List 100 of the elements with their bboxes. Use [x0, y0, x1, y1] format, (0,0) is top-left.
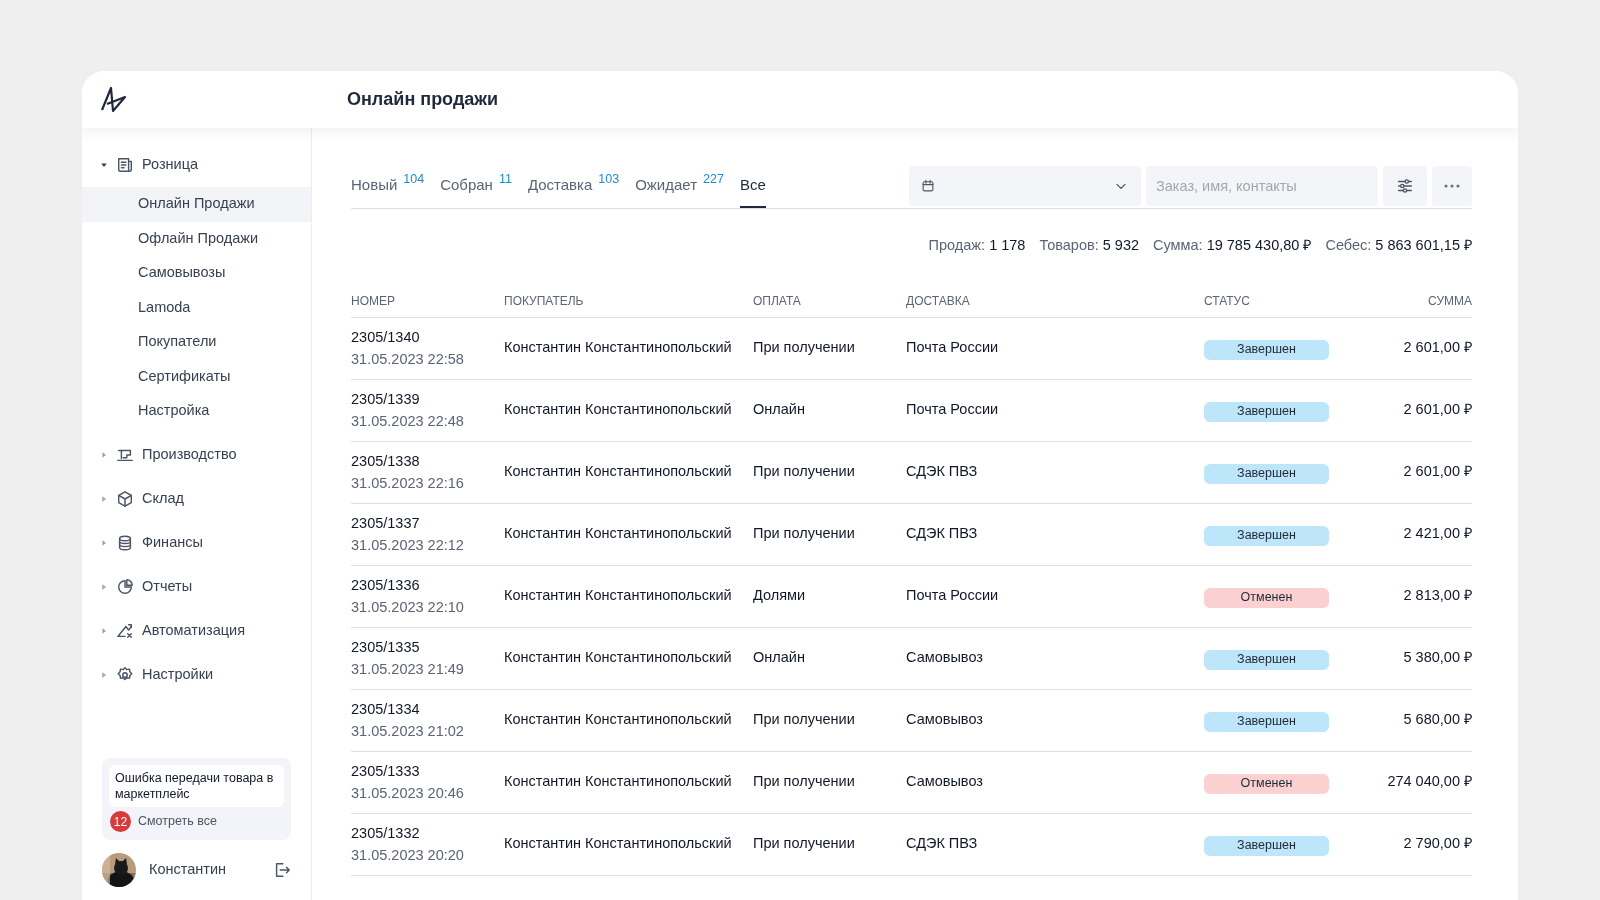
table-cell-text: Константин Константинопольский [504, 586, 733, 606]
table-cell-text: Константин Константинопольский [504, 834, 733, 854]
order-date: 31.05.2023 20:20 [351, 846, 465, 866]
nav-subitem[interactable]: Самовывозы [82, 256, 311, 291]
nav-item-label[interactable]: Автоматизация [142, 619, 246, 642]
summary-stat: Сумма: 19 785 430,80 ₽ [1153, 236, 1312, 255]
tab-count: 104 [403, 172, 425, 186]
order-number: 2305/1339 [351, 390, 421, 410]
summary-stat: Себес: 5 863 601,15 ₽ [1325, 236, 1472, 255]
summary-stat: Продаж: 1 178 [928, 236, 1026, 255]
status-label: Завершен [1204, 525, 1329, 546]
tab[interactable]: Ожидает 227 [635, 164, 724, 208]
more-button[interactable] [1432, 165, 1472, 206]
summary-stat: Товаров: 5 932 [1039, 236, 1139, 255]
tab[interactable]: Доставка 103 [527, 164, 620, 208]
box-icon [116, 489, 134, 508]
tab[interactable]: Собран 11 [440, 164, 512, 208]
table-cell-text: Почта России [906, 338, 1000, 358]
status-label: Завершен [1204, 711, 1329, 732]
order-date: 31.05.2023 21:02 [351, 722, 465, 742]
table-cell-text: 2 813,00 ₽ [1402, 586, 1472, 606]
table-cell-text: 2 421,00 ₽ [1402, 524, 1472, 544]
notification-text: Ошибка передачи товара в маркетплейс [109, 765, 284, 807]
order-number: 2305/1334 [351, 700, 421, 720]
table-cell-text: Онлайн [753, 648, 806, 668]
date-dropdown[interactable] [909, 165, 1141, 206]
table-cell-text: При получении [753, 772, 856, 792]
table-cell-text: Константин Константинопольский [504, 710, 733, 730]
tab[interactable]: Все [739, 164, 766, 208]
table-cell-text: 2 601,00 ₽ [1402, 400, 1472, 420]
table-cell-text: Константин Константинопольский [504, 462, 733, 482]
order-number: 2305/1340 [351, 328, 421, 348]
table-cell-text: 5 680,00 ₽ [1402, 710, 1472, 730]
table-cell-text: Константин Константинопольский [504, 400, 733, 420]
table-cell-text: СДЭК ПВЗ [906, 524, 979, 544]
nav-item-label[interactable]: Настройки [142, 663, 214, 686]
nav-subitem[interactable]: Сертификаты [82, 359, 311, 394]
tab-count: 227 [703, 172, 724, 186]
table-cell-text: Почта России [906, 400, 1000, 420]
nav-subitem[interactable]: Онлайн Продажи [82, 187, 311, 222]
search-field[interactable]: Заказ, имя, контакты [1146, 165, 1378, 206]
order-date: 31.05.2023 21:49 [351, 660, 465, 680]
status-label: Завершен [1204, 339, 1329, 360]
tab-count: 11 [498, 172, 512, 186]
status-label: Завершен [1204, 401, 1329, 422]
nav-item-label[interactable]: Отчеты [142, 575, 193, 598]
column-header: ПОКУПАТЕЛЬ [504, 292, 585, 310]
order-number: 2305/1333 [351, 762, 421, 782]
status-label: Завершен [1204, 835, 1329, 856]
table-cell-text: При получении [753, 524, 856, 544]
table-cell-text: СДЭК ПВЗ [906, 834, 979, 854]
table-cell-text: Долями [753, 586, 807, 606]
table-cell-text: Самовывоз [906, 772, 984, 792]
table-cell-text: При получении [753, 338, 856, 358]
nav-item-label[interactable]: Склад [142, 487, 184, 510]
page-title: Онлайн продажи [347, 88, 499, 111]
order-number: 2305/1336 [351, 576, 421, 596]
table-cell-text: СДЭК ПВЗ [906, 462, 979, 482]
nav-subitem[interactable]: Настройка [82, 394, 311, 429]
table-cell-text: 5 380,00 ₽ [1402, 648, 1472, 668]
order-number: 2305/1338 [351, 452, 421, 472]
table-cell-text: 2 601,00 ₽ [1402, 462, 1472, 482]
column-header: НОМЕР [351, 292, 396, 310]
table-cell-text: При получении [753, 710, 856, 730]
order-date: 31.05.2023 22:58 [351, 350, 465, 370]
order-number: 2305/1337 [351, 514, 421, 534]
status-label: Отменен [1204, 773, 1329, 794]
logo-icon [99, 84, 129, 115]
logout-icon [273, 861, 291, 879]
nav-item-label[interactable]: Финансы [142, 531, 203, 554]
nav-subitem[interactable]: Покупатели [82, 325, 311, 360]
tab[interactable]: Новый 104 [351, 164, 425, 208]
nav-item-label[interactable]: Розница [142, 154, 199, 176]
order-number: 2305/1332 [351, 824, 421, 844]
more-icon [1444, 183, 1460, 188]
table-cell-text: Онлайн [753, 400, 806, 420]
column-header: СУММА [1427, 292, 1472, 310]
order-date: 31.05.2023 22:16 [351, 474, 465, 494]
order-date: 31.05.2023 20:46 [351, 784, 465, 804]
calendar-icon [921, 178, 935, 193]
table-cell-text: При получении [753, 462, 856, 482]
count-badge: 12 [110, 811, 131, 832]
table-cell-text: 2 601,00 ₽ [1402, 338, 1472, 358]
filter-button[interactable] [1383, 165, 1427, 206]
status-label: Завершен [1204, 649, 1329, 670]
status-label: Отменен [1204, 587, 1329, 608]
order-date: 31.05.2023 22:48 [351, 412, 465, 432]
table-cell-text: Константин Константинопольский [504, 772, 733, 792]
column-header: ОПЛАТА [753, 292, 802, 310]
nav-item-label[interactable]: Производство [142, 443, 237, 466]
receipt-icon [116, 156, 134, 174]
table-cell-text: Константин Константинопольский [504, 524, 733, 544]
nav-subitem[interactable]: Lamoda [82, 290, 311, 325]
see-all-link[interactable]: Смотреть все [138, 812, 217, 831]
table-cell-text: Константин Константинопольский [504, 338, 733, 358]
status-label: Завершен [1204, 463, 1329, 484]
order-number: 2305/1335 [351, 638, 421, 658]
automation-icon [116, 621, 134, 640]
table-cell-text: Самовывоз [906, 648, 984, 668]
nav-subitem[interactable]: Офлайн Продажи [82, 221, 311, 256]
